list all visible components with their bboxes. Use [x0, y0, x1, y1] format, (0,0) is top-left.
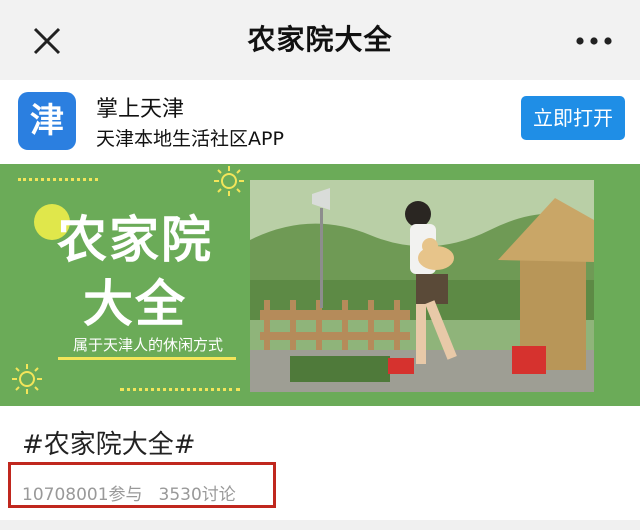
more-dots-icon[interactable]: [574, 30, 614, 52]
app-logo-icon: 津: [18, 92, 76, 150]
top-nav-bar: 农家院大全: [0, 0, 640, 80]
decorative-dash: [120, 388, 240, 391]
hero-subtitle: 属于天津人的休闲方式: [72, 336, 223, 354]
topic-hashtag: #农家院大全#: [22, 430, 196, 460]
hero-title: 农家院 大全: [30, 208, 240, 336]
hero-banner[interactable]: 农家院 大全 属于天津人的休闲方式: [0, 164, 640, 406]
decorative-dash: [18, 178, 98, 181]
app-download-banner: 津 掌上天津 天津本地生活社区APP 立即打开: [0, 80, 640, 164]
subtitle-underline: [58, 357, 236, 360]
hero-title-line1: 农家院: [57, 210, 213, 269]
farmhouse-photo: [250, 180, 594, 392]
sun-icon: [214, 166, 244, 196]
hero-title-line2: 大全: [83, 274, 187, 333]
app-name: 掌上天津: [96, 97, 185, 122]
highlight-box: [8, 462, 276, 508]
open-app-button[interactable]: 立即打开: [521, 96, 625, 140]
bottom-divider: [0, 520, 640, 530]
sun-icon: [12, 364, 42, 394]
app-description: 天津本地生活社区APP: [96, 128, 284, 150]
page-title: 农家院大全: [247, 23, 393, 56]
